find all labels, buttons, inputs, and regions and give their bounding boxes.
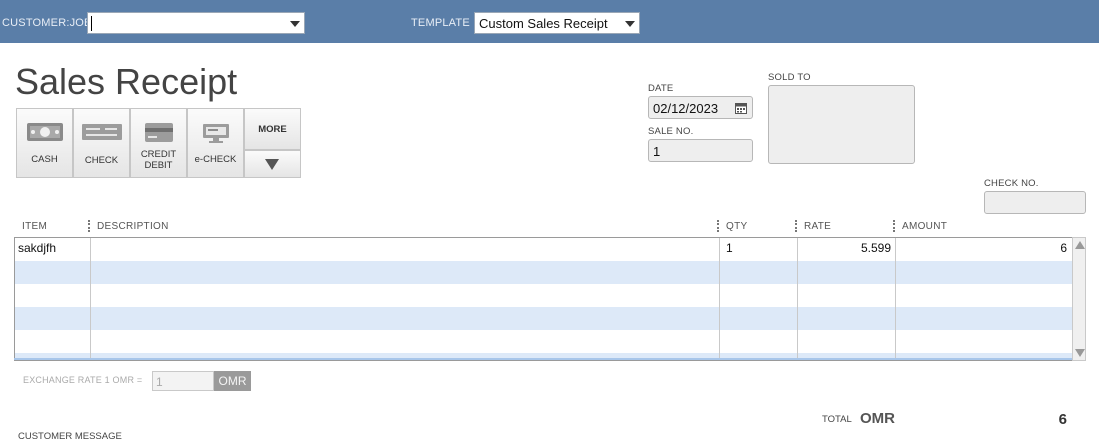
cash-button[interactable]: CASH <box>16 108 73 178</box>
table-bottom-border <box>14 358 1073 360</box>
cash-label: CASH <box>31 154 58 165</box>
table-scrollbar[interactable] <box>1072 237 1086 361</box>
sale-no-field[interactable]: 1 <box>648 139 753 162</box>
column-header-rate[interactable]: RATE <box>804 221 831 232</box>
more-label: MORE <box>258 124 287 135</box>
template-dropdown[interactable]: Custom Sales Receipt <box>474 12 640 34</box>
cell-rate[interactable]: 5.599 <box>798 241 891 255</box>
column-header-amount[interactable]: AMOUNT <box>902 221 947 232</box>
column-resize-handle[interactable] <box>717 220 721 232</box>
check-no-label: CHECK NO. <box>984 178 1039 189</box>
line-items-table[interactable]: sakdjfh 1 5.599 6 <box>14 237 1073 361</box>
echeck-button[interactable]: e-CHECK <box>187 108 244 178</box>
column-divider <box>797 238 798 360</box>
chevron-down-icon[interactable] <box>290 21 300 27</box>
calendar-icon[interactable] <box>735 102 747 114</box>
total-label: TOTAL <box>822 414 852 425</box>
cell-item[interactable]: sakdjfh <box>18 241 56 255</box>
check-no-field[interactable] <box>984 191 1086 214</box>
column-resize-handle[interactable] <box>88 220 92 232</box>
column-divider <box>895 238 896 360</box>
date-value: 02/12/2023 <box>653 101 719 116</box>
column-header-item[interactable]: ITEM <box>22 221 47 232</box>
column-resize-handle[interactable] <box>893 220 897 232</box>
check-label: CHECK <box>84 155 119 166</box>
exchange-rate-label: EXCHANGE RATE 1 OMR = <box>23 375 143 385</box>
scroll-down-icon[interactable] <box>1075 349 1085 357</box>
date-field[interactable]: 02/12/2023 <box>648 96 753 119</box>
cell-amount[interactable]: 6 <box>896 241 1067 255</box>
check-icon <box>82 124 122 140</box>
column-divider <box>719 238 720 360</box>
column-divider <box>90 238 91 360</box>
more-button[interactable]: MORE <box>244 108 301 150</box>
customer-job-label: CUSTOMER:JOB <box>2 17 92 29</box>
customer-message-label: CUSTOMER MESSAGE <box>18 431 122 442</box>
exchange-rate-field[interactable]: 1 <box>152 371 214 391</box>
date-label: DATE <box>648 83 674 94</box>
template-label: TEMPLATE <box>411 17 470 29</box>
template-value: Custom Sales Receipt <box>479 16 608 31</box>
sale-no-value: 1 <box>653 144 661 159</box>
text-caret <box>91 16 92 31</box>
check-button[interactable]: CHECK <box>73 108 130 178</box>
table-row[interactable] <box>15 330 1072 353</box>
exchange-currency-badge: OMR <box>214 371 251 391</box>
scroll-up-icon[interactable] <box>1075 241 1085 249</box>
total-currency: OMR <box>860 410 895 427</box>
echeck-label: e-CHECK <box>194 154 237 165</box>
table-row[interactable] <box>15 284 1072 307</box>
echeck-icon <box>203 124 229 143</box>
credit-debit-button[interactable]: CREDIT DEBIT <box>130 108 187 178</box>
debit-label: DEBIT <box>144 160 173 171</box>
column-header-description[interactable]: DESCRIPTION <box>97 221 169 232</box>
column-resize-handle[interactable] <box>795 220 799 232</box>
table-row[interactable] <box>15 307 1072 330</box>
customer-job-dropdown[interactable] <box>87 12 305 34</box>
chevron-down-icon <box>265 159 279 170</box>
page-title: Sales Receipt <box>15 61 238 102</box>
more-dropdown-button[interactable] <box>244 150 301 178</box>
exchange-rate-value: 1 <box>156 375 163 389</box>
sale-no-label: SALE NO. <box>648 126 694 137</box>
cash-icon <box>27 123 63 141</box>
sold-to-field[interactable] <box>768 85 915 164</box>
credit-label: CREDIT <box>140 149 177 160</box>
table-row[interactable] <box>15 261 1072 284</box>
credit-card-icon <box>145 123 173 142</box>
chevron-down-icon[interactable] <box>625 21 635 27</box>
table-row[interactable]: sakdjfh 1 5.599 6 <box>15 238 1072 261</box>
sold-to-label: SOLD TO <box>768 72 811 83</box>
column-header-qty[interactable]: QTY <box>726 221 747 232</box>
cell-qty[interactable]: 1 <box>726 241 733 255</box>
total-amount: 6 <box>1058 411 1067 428</box>
